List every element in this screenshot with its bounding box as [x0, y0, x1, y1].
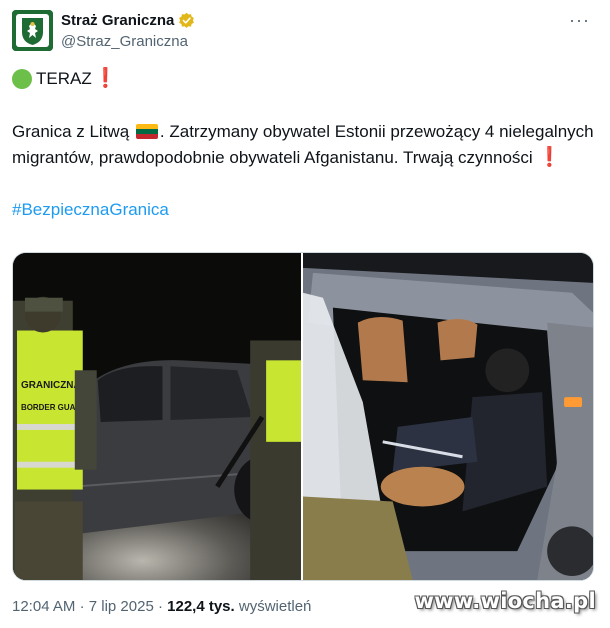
green-circle-icon	[12, 69, 32, 89]
tweet-meta: 12:04 AM · 7 lip 2025 · 122,4 tys. wyświ…	[12, 598, 311, 615]
hashtag-link[interactable]: #BezpiecznaGranica	[12, 197, 602, 223]
tweet-time[interactable]: 12:04 AM	[12, 598, 75, 615]
views-label: wyświetleń	[238, 598, 312, 615]
teraz-label: TERAZ	[36, 69, 92, 88]
photo-border-guards-image: GRANICZNA BORDER GUARD	[13, 253, 301, 580]
meta-separator: ·	[157, 598, 163, 615]
photo-car-interior-image	[303, 253, 593, 580]
tweet-header: Straż Graniczna @Straz_Graniczna ···	[12, 10, 598, 54]
tweet-date[interactable]: 7 lip 2025	[89, 598, 154, 615]
tweet-body-part1: Granica z Litwą	[12, 122, 130, 141]
more-options-icon[interactable]: ···	[569, 10, 590, 31]
media-grid: GRANICZNA BORDER GUARD	[12, 252, 594, 581]
lithuania-flag-icon	[135, 124, 158, 139]
avatar[interactable]	[12, 10, 53, 51]
views-count: 122,4 tys.	[167, 598, 235, 615]
teraz-line: TERAZ ❗	[12, 66, 602, 92]
tweet-body: Granica z Litwą . Zatrzymany obywatel Es…	[12, 119, 602, 171]
exclamation-icon: ❗	[537, 147, 562, 168]
photo-border-guards[interactable]: GRANICZNA BORDER GUARD	[13, 253, 301, 580]
verified-badge-icon	[179, 12, 195, 28]
display-name[interactable]: Straż Graniczna	[61, 12, 174, 29]
border-guard-emblem-icon	[12, 10, 53, 51]
tweet-text: TERAZ ❗ Granica z Litwą . Zatrzymany oby…	[12, 66, 602, 223]
exclamation-icon: ❗	[93, 68, 118, 89]
photo-car-interior[interactable]	[303, 253, 593, 580]
vest-text-graniczna: GRANICZNA	[21, 380, 81, 391]
site-watermark: www.wiocha.pl	[414, 589, 596, 613]
account-handle[interactable]: @Straz_Graniczna	[61, 33, 188, 50]
meta-separator: ·	[79, 598, 85, 615]
